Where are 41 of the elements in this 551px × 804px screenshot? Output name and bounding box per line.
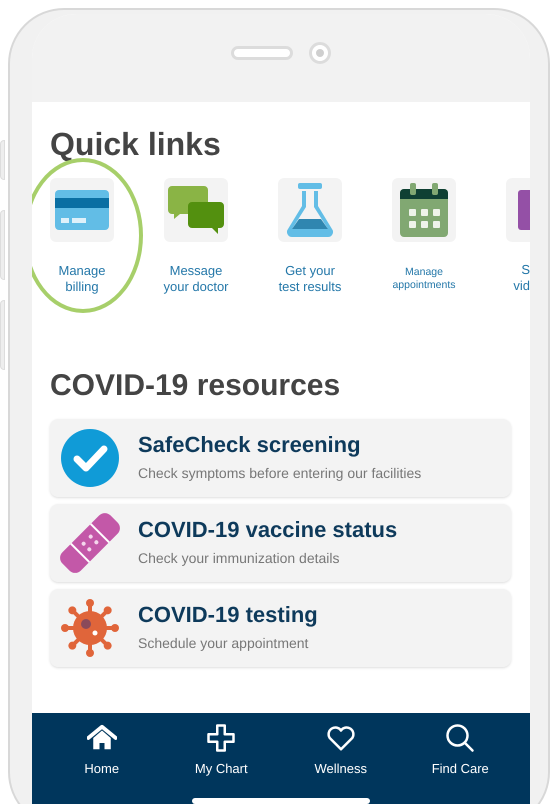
speaker-grille	[231, 46, 293, 60]
section-title: Quick links	[50, 125, 222, 164]
tab-item[interactable]: My Chart	[171, 723, 272, 778]
tab-item[interactable]: Wellness	[290, 723, 391, 778]
virus-icon	[60, 598, 120, 658]
resource-card[interactable]: COVID-19 testing Schedule your appointment	[50, 588, 511, 666]
card-subtitle: Check your immunization details	[138, 548, 341, 568]
link-label: appointments	[392, 279, 456, 292]
section-title: COVID-19 resources	[50, 368, 342, 404]
chat-bubbles-icon	[168, 186, 224, 234]
link-label: billing	[65, 279, 99, 295]
link-label: Message	[170, 263, 222, 279]
flask-icon	[286, 183, 334, 237]
link-label: test results	[278, 279, 342, 295]
quick-link[interactable]: Manage appointments	[392, 178, 456, 295]
tab-item[interactable]: Home	[52, 723, 152, 778]
search-icon	[445, 723, 476, 753]
link-label: Manage	[58, 263, 106, 279]
link-label: vid	[513, 278, 530, 294]
check-circle-icon	[61, 428, 119, 486]
resource-card[interactable]: SafeCheck screening Check symptoms before entering our facilities	[50, 418, 511, 496]
link-label: Get your	[285, 263, 335, 279]
card-title: COVID-19 testing	[138, 601, 318, 629]
card-subtitle: Check symptoms before entering our facilities	[138, 464, 422, 483]
card-title: COVID-19 vaccine status	[138, 516, 398, 544]
tab-item[interactable]: Find Care	[410, 723, 510, 778]
calendar-icon	[400, 183, 448, 237]
link-label: your doctor	[163, 279, 229, 295]
tile-icon	[518, 190, 530, 230]
quick-link[interactable]: Message your doctor	[164, 178, 228, 295]
card-subtitle: Schedule your appointment	[138, 634, 310, 653]
heart-icon	[326, 723, 356, 753]
resource-card[interactable]: COVID-19 vaccine status Check your immunization details	[50, 504, 511, 582]
camera-lens	[309, 42, 331, 64]
link-label: Manage	[405, 266, 443, 279]
plus-outline-icon	[206, 723, 236, 753]
quick-link[interactable]: Get your test results	[278, 178, 342, 295]
link-label: S	[521, 262, 530, 278]
quick-link[interactable]: Manage billing	[50, 178, 114, 295]
credit-card-icon	[55, 190, 109, 230]
card-title: SafeCheck screening	[138, 431, 362, 459]
